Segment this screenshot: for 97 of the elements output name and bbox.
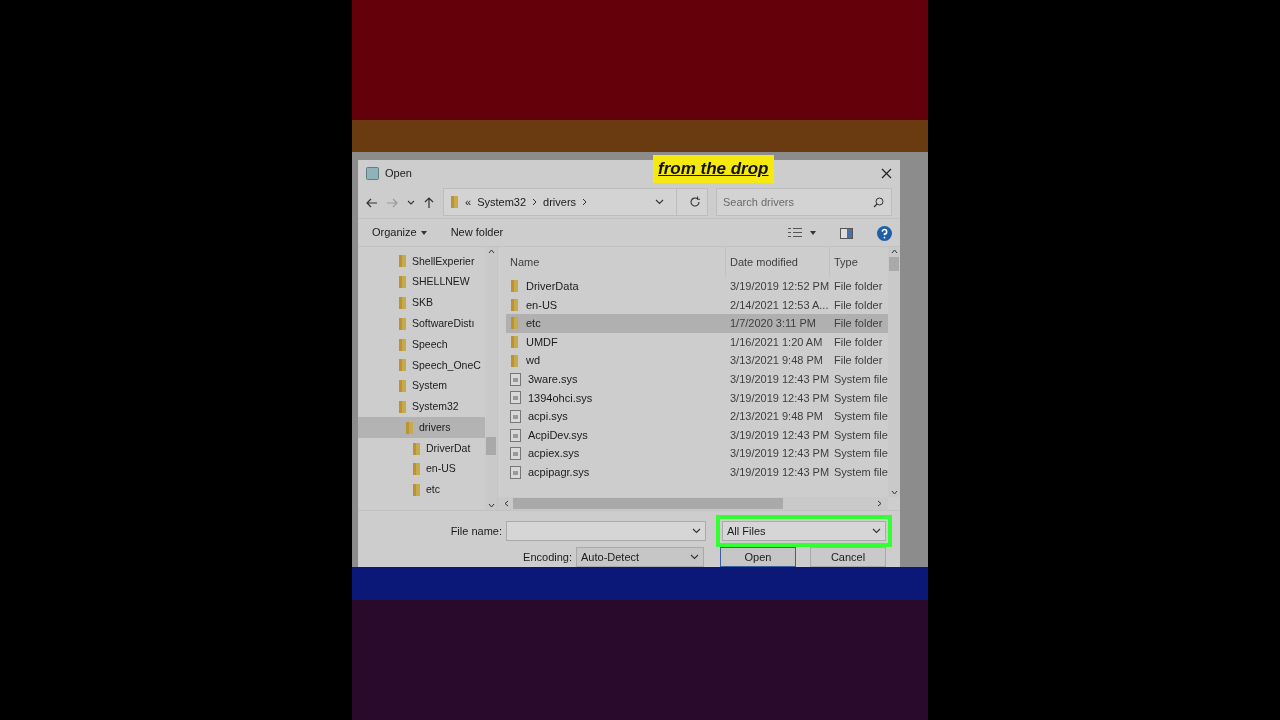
up-icon — [423, 196, 435, 209]
folder-icon — [450, 196, 459, 208]
file-row[interactable]: acpi.sys 2/13/2021 9:48 PM System file — [506, 407, 888, 426]
search-icon — [873, 197, 884, 208]
scroll-down-icon — [890, 490, 898, 495]
file-row[interactable]: acpipagr.sys 3/19/2019 12:43 PM System file — [506, 462, 888, 482]
file-row[interactable]: 1394ohci.sys 3/19/2019 12:43 PM System file — [506, 388, 888, 408]
tree-item[interactable]: ShellExperier — [358, 251, 485, 272]
file-icon — [510, 391, 521, 405]
scroll-up-icon — [890, 249, 898, 254]
breadcrumb-item[interactable]: System32 — [477, 193, 527, 211]
file-row[interactable]: AcpiDev.sys 3/19/2019 12:43 PM System file — [506, 425, 888, 445]
scroll-thumb[interactable] — [889, 257, 899, 271]
tree-item[interactable]: SHELLNEW — [358, 271, 485, 293]
scrollbar[interactable] — [485, 247, 497, 510]
window-title: Open — [385, 165, 412, 181]
notepad-icon — [366, 166, 379, 180]
tree-item[interactable]: drivers — [358, 417, 485, 439]
folder-icon — [398, 255, 407, 268]
scroll-down-icon — [487, 503, 495, 508]
file-icon — [510, 447, 521, 461]
folder-icon — [412, 463, 421, 476]
caret-icon — [810, 230, 816, 235]
search-field[interactable]: Search drivers — [716, 188, 892, 216]
chevron-down-icon — [872, 528, 881, 534]
new-folder-button[interactable]: New folder — [450, 224, 504, 241]
file-row[interactable]: 3ware.sys 3/19/2019 12:43 PM System file — [506, 369, 888, 389]
tree-item[interactable]: SKB — [358, 292, 485, 314]
file-row[interactable]: acpiex.sys 3/19/2019 12:43 PM System file — [506, 444, 888, 463]
scroll-right-icon — [877, 500, 882, 507]
folder-icon — [510, 317, 519, 330]
chevron-down-icon — [690, 554, 699, 560]
folder-icon — [398, 380, 407, 393]
tree-item[interactable]: System — [358, 375, 485, 397]
file-row[interactable]: UMDF 1/16/2021 1:20 AM File folder — [506, 332, 888, 352]
view-button[interactable] — [788, 227, 816, 238]
overflow-marker[interactable]: « — [465, 193, 472, 211]
scroll-left-icon — [504, 500, 509, 507]
horizontal-scrollbar[interactable] — [498, 497, 888, 510]
chevron-right-icon — [582, 198, 588, 206]
chevron-down-icon — [692, 528, 701, 534]
tree-item[interactable]: Speech — [358, 334, 485, 355]
file-row[interactable]: etc 1/7/2020 3:11 PM File folder — [506, 314, 888, 333]
tree-item[interactable]: SoftwareDistı — [358, 313, 485, 335]
file-row[interactable]: en-US 2/14/2021 12:53 A... File folder — [506, 295, 888, 315]
folder-icon — [412, 484, 421, 497]
forward-icon — [386, 196, 398, 209]
column-header[interactable]: Date modified — [726, 247, 830, 277]
file-icon — [510, 465, 521, 479]
scroll-up-icon — [487, 249, 495, 254]
folder-icon — [398, 359, 407, 372]
chevron-down-icon — [655, 199, 664, 205]
caption-label: from the drop — [653, 155, 774, 183]
address-bar[interactable]: « System32 drivers — [443, 188, 708, 216]
dialog-button[interactable]: Cancel — [810, 547, 886, 567]
dialog-button[interactable]: Open — [720, 547, 796, 567]
caret-icon — [420, 230, 427, 235]
close-icon — [881, 168, 892, 180]
help-button[interactable] — [877, 224, 892, 241]
tree-item[interactable]: DriverDat — [358, 438, 485, 459]
list-view-icon — [788, 227, 802, 238]
column-header[interactable]: Type — [830, 247, 888, 277]
file-icon — [510, 409, 521, 423]
organize-button[interactable]: Organize — [372, 224, 427, 241]
folder-icon — [510, 298, 519, 311]
tree-item[interactable]: System32 — [358, 396, 485, 418]
file-icon — [510, 428, 521, 442]
file-name-field[interactable] — [506, 521, 706, 541]
field-label: Encoding: — [523, 549, 572, 565]
folder-icon — [398, 297, 407, 309]
folder-icon — [405, 421, 414, 434]
pane-icon — [840, 227, 853, 239]
encoding-dropdown[interactable]: Auto-Detect — [576, 547, 704, 567]
help-icon — [877, 225, 892, 241]
back-icon — [366, 196, 378, 209]
folder-icon — [510, 280, 519, 293]
tree-item[interactable]: en-US — [358, 458, 485, 480]
field-label: File name: — [450, 523, 502, 539]
scroll-thumb[interactable] — [513, 498, 783, 509]
tree-item[interactable]: Speech_OneC — [358, 355, 485, 376]
file-icon — [510, 372, 521, 386]
chevron-right-icon — [532, 198, 538, 206]
folder-icon — [398, 276, 407, 289]
folder-icon — [412, 442, 421, 455]
breadcrumb-item[interactable]: drivers — [543, 193, 577, 211]
folder-icon — [398, 317, 407, 330]
refresh-icon — [689, 196, 701, 208]
folder-icon — [398, 400, 407, 413]
folder-icon — [510, 336, 519, 349]
tree-item[interactable]: etc — [358, 479, 485, 501]
file-row[interactable]: wd 3/13/2021 9:48 PM File folder — [506, 351, 888, 370]
scroll-thumb[interactable] — [486, 437, 496, 455]
column-header[interactable]: Name — [506, 247, 726, 277]
folder-icon — [398, 338, 407, 351]
file-row[interactable]: DriverData 3/19/2019 12:52 PM File folder — [506, 277, 888, 296]
folder-icon — [510, 354, 519, 367]
scrollbar[interactable] — [888, 247, 900, 497]
